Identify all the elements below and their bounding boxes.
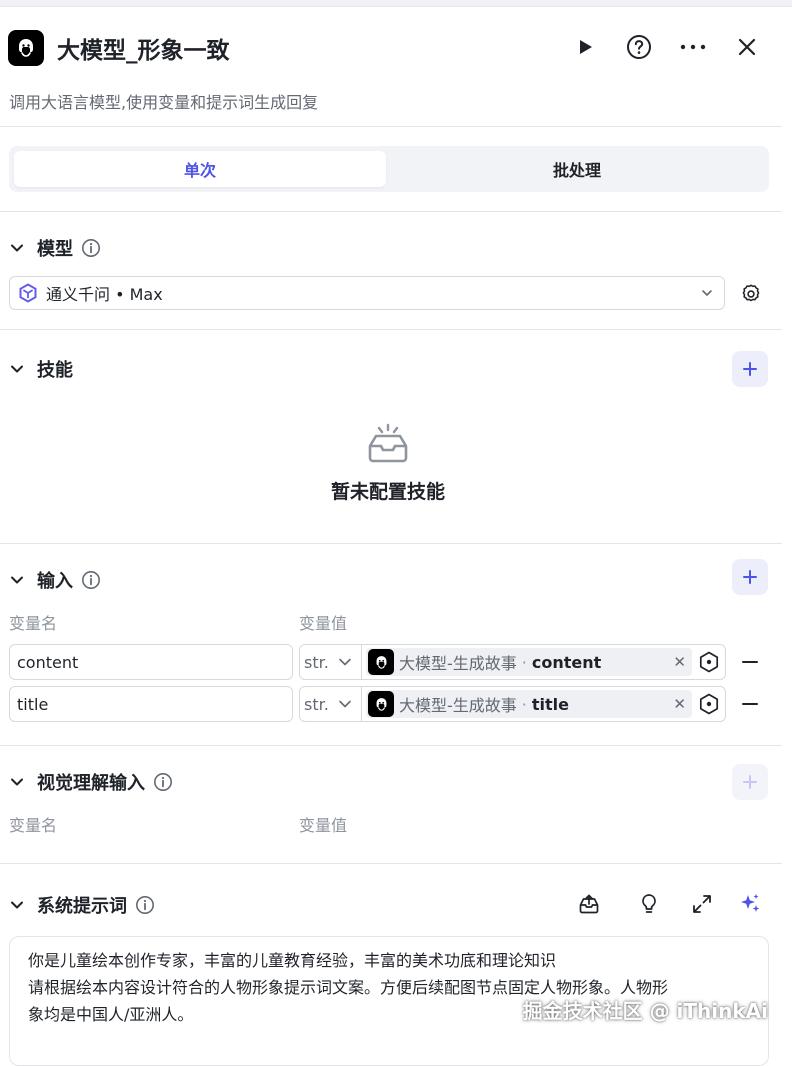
divider bbox=[0, 329, 782, 330]
variable-value-field[interactable]: str. 大模型-生成故事 · title ✕ bbox=[299, 686, 726, 722]
divider bbox=[0, 745, 782, 746]
chevron-down-icon[interactable] bbox=[9, 897, 25, 913]
source-field-name: title bbox=[531, 694, 569, 714]
chevron-down-icon[interactable] bbox=[9, 361, 25, 377]
chevron-down-icon[interactable] bbox=[9, 774, 25, 790]
plus-icon bbox=[743, 775, 757, 789]
tab-single[interactable]: 单次 bbox=[14, 151, 386, 187]
prompt-tips-button[interactable] bbox=[635, 890, 663, 918]
add-vision-input-button[interactable] bbox=[732, 764, 768, 800]
library-icon bbox=[579, 894, 599, 914]
variable-reference-chip[interactable]: 大模型-生成故事 · content ✕ bbox=[366, 648, 692, 676]
llm-node-icon bbox=[8, 30, 44, 66]
source-field-name: content bbox=[531, 652, 602, 672]
column-header-name: 变量名 bbox=[9, 614, 58, 633]
add-input-button[interactable] bbox=[732, 559, 768, 595]
divider bbox=[0, 211, 782, 212]
minus-icon bbox=[742, 661, 758, 663]
skills-section-header[interactable]: 技能 bbox=[9, 356, 73, 382]
watermark: 掘金技术社区 @ iThinkAi bbox=[522, 999, 768, 1023]
section-label: 模型 bbox=[37, 239, 73, 260]
vision-section-header[interactable]: 视觉理解输入 bbox=[9, 769, 173, 795]
help-button[interactable] bbox=[622, 30, 656, 64]
sparkle-icon bbox=[741, 894, 760, 912]
info-icon[interactable] bbox=[81, 570, 101, 590]
model-section-header[interactable]: 模型 bbox=[9, 235, 101, 261]
tab-batch[interactable]: 批处理 bbox=[391, 151, 763, 187]
prompt-line: 你是儿童绘本创作专家，丰富的儿童教育经验，丰富的美术功底和理论知识 bbox=[28, 951, 557, 970]
chevron-down-icon[interactable] bbox=[9, 240, 25, 256]
column-header-value: 变量值 bbox=[299, 614, 348, 633]
question-icon bbox=[627, 35, 651, 59]
lightbulb-icon bbox=[642, 894, 656, 913]
column-header-name: 变量名 bbox=[9, 816, 58, 835]
select-variable-icon[interactable] bbox=[698, 693, 720, 715]
model-settings-button[interactable] bbox=[739, 282, 763, 306]
variable-name-input[interactable]: content bbox=[9, 644, 293, 680]
variable-name-input[interactable]: title bbox=[9, 686, 293, 722]
plus-icon bbox=[743, 570, 757, 584]
model-select[interactable]: 通义千问 • Max bbox=[9, 276, 725, 310]
section-label: 系统提示词 bbox=[37, 896, 127, 917]
chevron-down-icon bbox=[337, 696, 353, 712]
clear-reference-icon[interactable]: ✕ bbox=[673, 695, 686, 713]
gear-icon bbox=[742, 284, 760, 302]
ai-optimize-button[interactable] bbox=[736, 890, 764, 918]
empty-inbox-icon bbox=[366, 422, 410, 468]
type-select[interactable]: str. bbox=[300, 687, 362, 721]
close-button[interactable] bbox=[730, 30, 764, 64]
info-icon[interactable] bbox=[81, 238, 101, 258]
divider bbox=[0, 543, 782, 544]
selected-model-name: 通义千问 • Max bbox=[46, 285, 163, 304]
llm-node-icon bbox=[368, 691, 394, 717]
top-strip bbox=[0, 0, 792, 7]
mode-segmented-control: 单次 批处理 bbox=[9, 146, 769, 192]
close-icon bbox=[738, 38, 756, 56]
divider bbox=[0, 863, 782, 864]
plus-icon bbox=[743, 362, 757, 376]
node-description: 调用大语言模型,使用变量和提示词生成回复 bbox=[9, 93, 319, 112]
chevron-down-icon[interactable] bbox=[9, 572, 25, 588]
skills-empty-text: 暂未配置技能 bbox=[330, 481, 445, 503]
source-node-name: 大模型-生成故事 bbox=[399, 696, 517, 715]
more-icon bbox=[680, 44, 706, 50]
expand-editor-button[interactable] bbox=[688, 890, 716, 918]
separator: · bbox=[521, 694, 527, 714]
play-icon bbox=[580, 40, 592, 54]
minus-icon bbox=[742, 703, 758, 705]
section-label: 视觉理解输入 bbox=[37, 773, 145, 794]
info-icon[interactable] bbox=[153, 772, 173, 792]
source-node-name: 大模型-生成故事 bbox=[399, 654, 517, 673]
separator: · bbox=[521, 652, 527, 672]
variable-reference-chip[interactable]: 大模型-生成故事 · title ✕ bbox=[366, 690, 692, 718]
info-icon[interactable] bbox=[135, 895, 155, 915]
section-label: 技能 bbox=[37, 360, 73, 381]
node-title[interactable]: 大模型_形象一致 bbox=[57, 31, 230, 65]
chevron-down-icon bbox=[337, 654, 353, 670]
prompt-library-button[interactable] bbox=[575, 890, 603, 918]
remove-input-button[interactable] bbox=[738, 650, 762, 674]
variable-value-field[interactable]: str. 大模型-生成故事 · content ✕ bbox=[299, 644, 726, 680]
more-button[interactable] bbox=[676, 30, 710, 64]
llm-node-icon bbox=[368, 649, 394, 675]
system-prompt-section-header[interactable]: 系统提示词 bbox=[9, 892, 155, 918]
section-label: 输入 bbox=[37, 571, 73, 592]
chevron-down-icon bbox=[700, 286, 714, 300]
column-header-value: 变量值 bbox=[299, 816, 348, 835]
type-label: str. bbox=[304, 694, 329, 714]
remove-input-button[interactable] bbox=[738, 692, 762, 716]
clear-reference-icon[interactable]: ✕ bbox=[673, 653, 686, 671]
add-skill-button[interactable] bbox=[732, 351, 768, 387]
type-label: str. bbox=[304, 652, 329, 672]
expand-icon bbox=[693, 895, 711, 913]
qwen-logo-icon bbox=[18, 283, 38, 303]
input-section-header[interactable]: 输入 bbox=[9, 567, 101, 593]
select-variable-icon[interactable] bbox=[698, 651, 720, 673]
type-select[interactable]: str. bbox=[300, 645, 362, 679]
run-button[interactable] bbox=[568, 30, 602, 64]
divider bbox=[0, 126, 782, 127]
